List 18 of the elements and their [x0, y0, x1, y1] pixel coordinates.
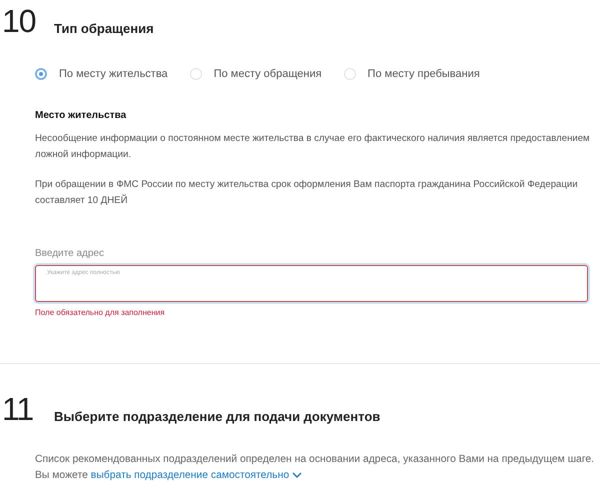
radio-label: По месту пребывания [368, 68, 480, 80]
error-message: Поле обязательно для заполнения [35, 308, 166, 317]
info-paragraph: Несообщение информации о постоянном месте жительства в случае его фактического наличия является предоставлением ложной информации. [35, 132, 591, 162]
radio-label: По месту обращения [214, 68, 322, 80]
radio-label: По месту жительства [59, 68, 168, 80]
radio-option[interactable]: По месту жительства [35, 68, 168, 80]
step-title: Выберите подразделение для подачи документов [54, 409, 380, 426]
choose-link[interactable]: выбрать подразделение самостоятельно [90, 470, 302, 481]
subheading: Место жительства [35, 110, 128, 121]
chevron-down-icon [292, 472, 302, 479]
step-title: Тип обращения [54, 21, 154, 38]
info-paragraph: При обращении в ФМС России по месту жительства срок оформления Вам паспорта гражданина Российской Федерации составляет 10 ДНЕЙ [35, 178, 579, 208]
step-number: 10 [2, 4, 34, 38]
radio-option[interactable]: По месту пребывания [344, 68, 480, 80]
field-label: Введите адрес [35, 248, 105, 259]
info-paragraph: Список рекомендованных подразделений определен на основании адреса, указанного Вами на предыдущем шаге. Вы можете выбрать подразделение самостоятельно [35, 453, 595, 483]
radio-option[interactable]: По месту обращения [190, 68, 322, 80]
step-number: 11 [2, 392, 34, 426]
